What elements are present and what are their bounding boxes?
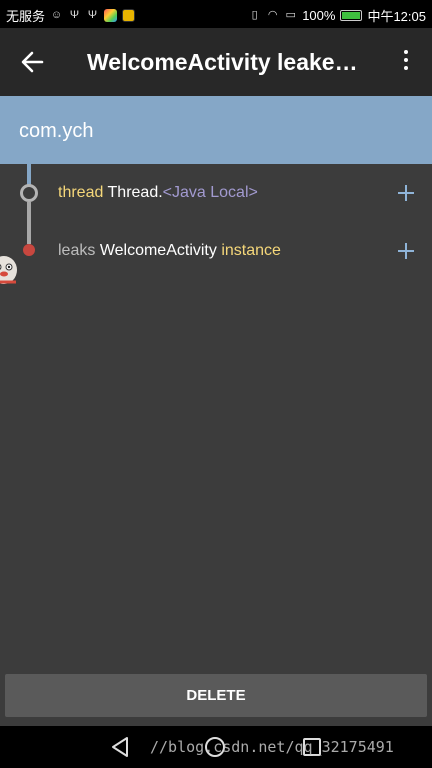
back-button[interactable] xyxy=(18,48,50,76)
battery-percent: 100% xyxy=(302,8,336,23)
expand-plus-icon[interactable] xyxy=(398,185,414,201)
wifi-icon: ◠ xyxy=(267,9,278,21)
reference-class: Thread. xyxy=(107,184,163,201)
leakcanary-mascot-icon xyxy=(0,256,17,284)
package-name: com.ych xyxy=(19,120,94,142)
carrier-text: 无服务 xyxy=(6,9,46,24)
trace-connector xyxy=(27,202,31,244)
trace-row[interactable]: leaks WelcomeActivity instance xyxy=(58,242,281,260)
app-notification-icon-2 xyxy=(122,9,136,22)
overflow-menu-button[interactable] xyxy=(396,50,416,76)
reference-extra: <Java Local> xyxy=(162,184,258,201)
leak-node-icon xyxy=(23,244,35,256)
delete-button[interactable]: DELETE xyxy=(5,674,427,717)
leak-trace: thread Thread.<Java Local> leaks Welcome… xyxy=(0,164,432,674)
sim-icon: ▭ xyxy=(285,9,296,21)
back-arrow-icon xyxy=(21,51,44,73)
expand-plus-icon[interactable] xyxy=(398,243,414,259)
toolbar: WelcomeActivity leaked... xyxy=(0,28,432,96)
leak-suffix: instance xyxy=(221,242,281,259)
package-header: com.ych xyxy=(0,96,432,164)
trace-row[interactable]: thread Thread.<Java Local> xyxy=(58,184,258,202)
leak-class: WelcomeActivity xyxy=(99,242,217,259)
battery-icon xyxy=(340,10,363,21)
leak-keyword: leaks xyxy=(58,242,96,259)
status-bar: 无服务 ☺ Ψ Ψ ▯ ◠ ▭ 100% 中午12:05 xyxy=(0,0,432,28)
reference-keyword: thread xyxy=(58,184,104,201)
status-right: ▯ ◠ ▭ 100% 中午12:05 xyxy=(248,6,426,25)
navigation-bar: //blog.csdn.net/qq_32175491 xyxy=(0,726,432,768)
status-left: 无服务 ☺ Ψ Ψ xyxy=(6,6,136,25)
battery-fill xyxy=(342,12,361,19)
watermark: //blog.csdn.net/qq_32175491 xyxy=(150,738,394,756)
emoji-notification-icon: ☺ xyxy=(50,9,63,21)
usb-debug-icon: Ψ xyxy=(87,9,98,21)
clock: 中午12:05 xyxy=(367,9,426,24)
more-vert-icon xyxy=(404,50,408,54)
trace-node-icon xyxy=(20,184,38,202)
vibrate-icon: ▯ xyxy=(251,9,258,21)
app-notification-icon xyxy=(104,9,118,22)
trace-connector-top xyxy=(27,164,31,186)
nav-back-icon[interactable] xyxy=(110,736,130,758)
page-title: WelcomeActivity leaked... xyxy=(87,49,367,75)
usb-icon: Ψ xyxy=(69,9,80,21)
